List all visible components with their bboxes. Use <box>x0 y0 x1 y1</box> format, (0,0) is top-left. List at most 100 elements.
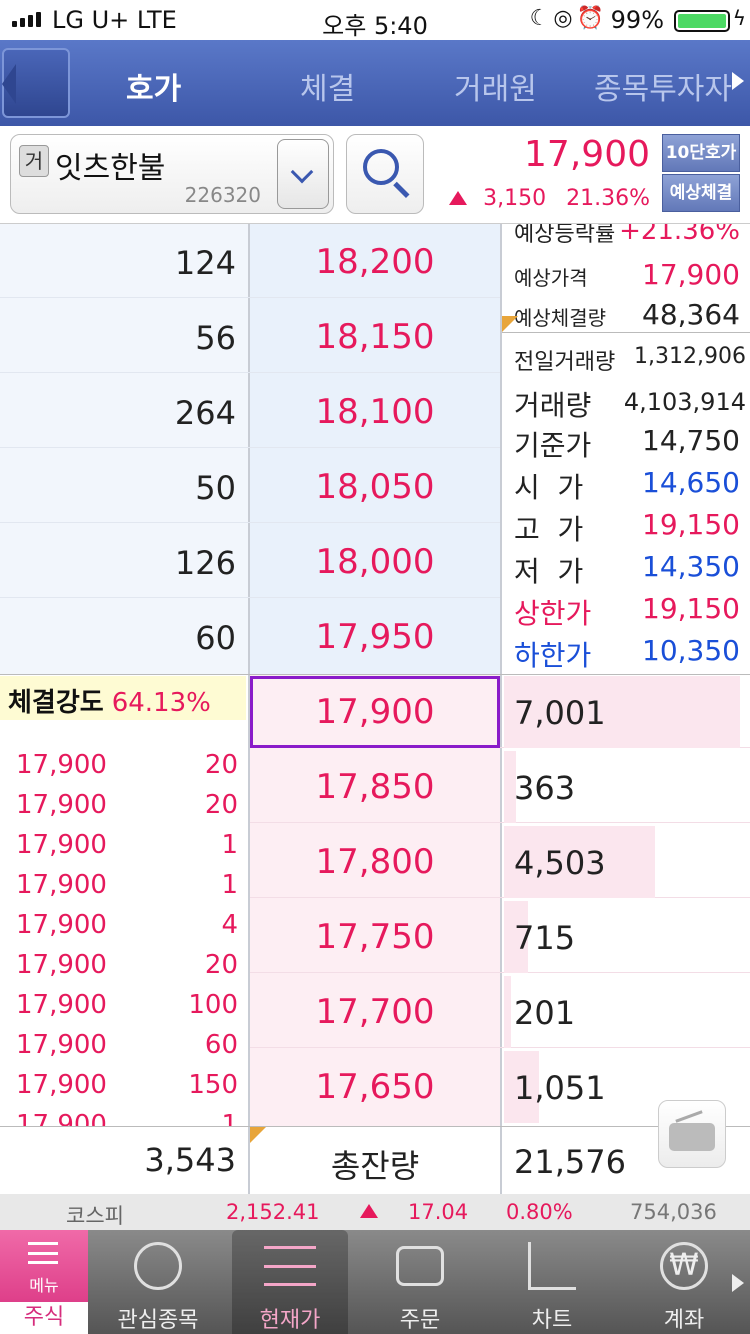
nav-label: 주식 <box>0 1302 88 1334</box>
ask-qty: 124 <box>174 244 236 282</box>
nav-scroll-arrow-icon[interactable] <box>732 1274 744 1292</box>
stock-code: 226320 <box>184 183 261 207</box>
battery-percent: 99% <box>610 6 664 34</box>
menu-icon <box>28 1242 58 1264</box>
index-value: 2,152.41 <box>226 1200 320 1224</box>
stock-dropdown-button[interactable] <box>277 139 329 209</box>
status-bar: LG U+ LTE 오후 5:40 ☾◎⏰ 99% ϟ <box>0 0 750 40</box>
trade-row: 17,900 1 <box>16 870 238 900</box>
bid-qty: 7,001 <box>514 694 606 732</box>
ask-qty: 56 <box>195 319 236 357</box>
bid-qty: 363 <box>514 769 576 807</box>
price-change: 3,150 21.36% <box>449 186 650 211</box>
won-icon: ₩ <box>660 1242 708 1290</box>
ask-row[interactable]: 50 18,050 <box>0 449 500 523</box>
total-remaining-row: 3,543 총잔량 21,576 <box>0 1126 750 1195</box>
stock-selector[interactable]: 거 잇츠한불 226320 <box>10 134 334 214</box>
ask-qty: 126 <box>174 544 236 582</box>
bid-qty: 4,503 <box>514 844 606 882</box>
nav-current-price[interactable]: 현재가 <box>232 1230 348 1334</box>
ten-level-button[interactable]: 10단호가 <box>662 134 740 172</box>
nav-order[interactable]: 주문 <box>366 1230 474 1334</box>
change-rate: 21.36% <box>566 186 650 211</box>
index-ticker[interactable]: 코스피 2,152.41 17.04 0.80% 754,036 <box>0 1194 750 1230</box>
bid-row[interactable]: 17,850 363 <box>250 749 750 823</box>
ask-row[interactable]: 60 17,950 <box>0 599 500 673</box>
current-price-highlight <box>250 676 500 748</box>
bid-price: 17,650 <box>315 1067 435 1107</box>
charging-icon: ϟ <box>732 6 746 30</box>
bid-row[interactable]: 17,750 715 <box>250 899 750 973</box>
alarm-icon: ⏰ <box>576 6 608 31</box>
ask-price: 17,950 <box>315 617 435 657</box>
tab-scroll-arrow-icon[interactable] <box>732 72 744 90</box>
trade-row: 17,900 100 <box>16 990 238 1020</box>
index-change: 17.04 <box>408 1200 469 1224</box>
bid-qty: 1,051 <box>514 1069 606 1107</box>
ask-price: 18,050 <box>315 467 435 507</box>
ask-qty: 50 <box>195 469 236 507</box>
ask-total: 3,543 <box>144 1141 236 1179</box>
search-button[interactable] <box>346 134 424 214</box>
status-icons: ☾◎⏰ <box>530 6 608 31</box>
tab-hoga[interactable]: 호가 <box>126 64 181 108</box>
trade-row: 17,900 1 <box>16 830 238 860</box>
bid-row[interactable]: 17,800 4,503 <box>250 824 750 898</box>
bid-volume-bar <box>504 976 511 1048</box>
bid-total: 21,576 <box>514 1143 626 1181</box>
up-triangle-icon <box>449 191 468 205</box>
ask-price: 18,100 <box>315 392 435 432</box>
tab-investors[interactable]: 종목투자자 <box>594 64 732 108</box>
total-remaining-label: 총잔량 <box>330 1147 420 1185</box>
trade-strength-value: 64.13% <box>111 688 211 718</box>
nav-account[interactable]: ₩ 계좌 <box>630 1230 738 1334</box>
tab-trades[interactable]: 체결 <box>300 64 355 108</box>
bid-row[interactable]: 17,700 201 <box>250 974 750 1048</box>
ask-price: 18,200 <box>315 242 435 282</box>
stock-name: 잇츠한불 <box>55 151 166 186</box>
radio-icon <box>669 1123 715 1151</box>
bid-qty: 715 <box>514 919 576 957</box>
trade-row: 17,900 20 <box>16 790 238 820</box>
index-up-icon <box>360 1204 378 1218</box>
market-badge: 거 <box>19 145 49 177</box>
moon-icon: ☾ <box>529 6 554 31</box>
chart-icon <box>528 1242 576 1290</box>
nav-chart[interactable]: 차트 <box>498 1230 606 1334</box>
ask-price: 18,000 <box>315 542 435 582</box>
ask-qty: 60 <box>195 619 236 657</box>
index-name: 코스피 <box>66 1204 124 1228</box>
trade-strength: 체결강도 64.13% <box>0 676 246 720</box>
search-icon <box>363 149 399 185</box>
ask-row[interactable]: 126 18,000 <box>0 524 500 598</box>
trade-row: 17,900 150 <box>16 1070 238 1100</box>
bid-price: 17,800 <box>315 842 435 882</box>
expected-trade-button[interactable]: 예상체결 <box>662 174 740 212</box>
back-button[interactable] <box>2 48 70 118</box>
radio-button[interactable] <box>658 1100 726 1168</box>
ask-qty: 264 <box>174 394 236 432</box>
ask-price: 18,150 <box>315 317 435 357</box>
ask-row[interactable]: 124 18,200 <box>0 224 500 298</box>
nav-watchlist[interactable]: 관심종목 <box>104 1230 212 1334</box>
trade-row: 17,900 20 <box>16 950 238 980</box>
ask-row[interactable]: 264 18,100 <box>0 374 500 448</box>
bid-price: 17,700 <box>315 992 435 1032</box>
bid-price: 17,750 <box>315 917 435 957</box>
bid-price: 17,850 <box>315 767 435 807</box>
index-volume: 754,036 <box>630 1200 717 1224</box>
stock-header: 거 잇츠한불 226320 17,900 3,150 21.36% 10단호가 예… <box>0 126 750 224</box>
ask-row[interactable]: 56 18,150 <box>0 299 500 373</box>
current-price: 17,900 <box>524 134 650 175</box>
trade-row: 17,900 4 <box>16 910 238 940</box>
trade-row: 17,900 60 <box>16 1030 238 1060</box>
tab-brokers[interactable]: 거래원 <box>454 64 537 108</box>
lock-rotation-icon: ◎ <box>553 6 577 31</box>
index-rate: 0.80% <box>506 1200 573 1224</box>
watchlist-icon <box>134 1242 182 1290</box>
change-amount: 3,150 <box>483 186 547 211</box>
trade-list[interactable]: 17,900 20 17,900 20 17,900 1 17,900 1 17,900… <box>0 746 248 1126</box>
nav-menu[interactable]: 메뉴 주식 <box>0 1230 88 1334</box>
tab-bar: 호가 체결 거래원 종목투자자 <box>0 40 750 126</box>
bid-qty: 201 <box>514 994 576 1032</box>
